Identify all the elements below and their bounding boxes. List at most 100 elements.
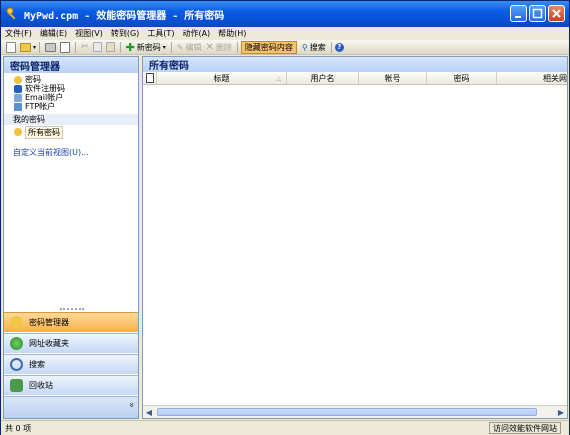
- recycle-icon: [10, 379, 23, 392]
- sort-arrow-icon: △: [276, 74, 281, 82]
- new-password-label: 新密码: [136, 42, 161, 52]
- title-bar[interactable]: MyPwd.cpm - 效能密码管理器 - 所有密码: [1, 1, 569, 27]
- close-button[interactable]: [548, 5, 565, 22]
- menu-tools[interactable]: 工具(T): [143, 28, 178, 39]
- maximize-icon: [532, 8, 543, 19]
- menu-help[interactable]: 帮助(H): [214, 28, 250, 39]
- column-title[interactable]: 标题 △: [157, 72, 287, 84]
- maximize-button[interactable]: [529, 5, 546, 22]
- search-icon: ⚲: [301, 42, 308, 52]
- dropdown-arrow-icon[interactable]: ▾: [33, 44, 36, 51]
- nav-footer: »: [4, 396, 138, 418]
- column-account[interactable]: 帐号: [359, 72, 427, 84]
- print-icon[interactable]: [45, 42, 57, 52]
- key-icon: [10, 316, 23, 329]
- column-label: 相关网: [543, 73, 567, 83]
- column-related-url[interactable]: 相关网: [497, 72, 567, 84]
- new-password-button[interactable]: ✚ 新密码 ▾: [124, 41, 168, 54]
- scroll-left-icon[interactable]: ◀: [143, 406, 155, 418]
- scroll-right-icon[interactable]: ▶: [555, 406, 567, 418]
- dropdown-arrow-icon[interactable]: ▾: [163, 44, 166, 51]
- column-label: 帐号: [384, 73, 401, 83]
- column-label: 标题: [213, 73, 230, 83]
- sidebar-item-ftp[interactable]: FTP帐户: [4, 102, 138, 111]
- key-app-icon: [6, 7, 16, 20]
- copy-icon[interactable]: [92, 42, 102, 52]
- key-icon: [14, 128, 22, 136]
- key-icon: [14, 75, 22, 84]
- paste-icon[interactable]: [105, 42, 115, 52]
- nav-recycle-bin[interactable]: 回收站: [4, 375, 138, 395]
- column-icon[interactable]: [143, 72, 157, 84]
- sidebar-item-label: FTP帐户: [25, 102, 56, 111]
- nav-label: 网址收藏夹: [29, 339, 69, 348]
- menu-edit[interactable]: 编辑(E): [36, 28, 71, 39]
- search-label: 搜索: [309, 42, 326, 52]
- app-window: MyPwd.cpm - 效能密码管理器 - 所有密码 文件(F) 编辑(E) 视…: [0, 0, 570, 435]
- column-label: 密码: [453, 73, 470, 83]
- toolbar-separator: [39, 41, 41, 53]
- nav-password-manager[interactable]: 密码管理器: [4, 312, 138, 332]
- main-header: 所有密码: [143, 57, 567, 72]
- cut-icon[interactable]: ✂: [81, 42, 89, 52]
- plus-icon: ✚: [125, 40, 135, 54]
- toolbar-separator: [330, 41, 332, 53]
- delete-label: 删除: [215, 42, 232, 52]
- sidebar-header: 密码管理器: [4, 57, 138, 73]
- my-passwords-section: 我的密码: [4, 114, 138, 125]
- nav-label: 回收站: [29, 381, 53, 390]
- toolbar-separator: [119, 41, 121, 53]
- minimize-icon: [515, 16, 521, 18]
- menu-bar: 文件(F) 编辑(E) 视图(V) 转到(G) 工具(T) 动作(A) 帮助(H…: [1, 27, 569, 40]
- column-label: 用户名: [310, 73, 335, 83]
- nav-search[interactable]: 搜索: [4, 354, 138, 374]
- open-folder-icon[interactable]: [20, 42, 31, 52]
- menu-view[interactable]: 视图(V): [71, 28, 107, 39]
- nav-label: 搜索: [29, 360, 45, 369]
- edit-button[interactable]: ✎ 编辑: [175, 42, 204, 53]
- hide-content-label: 隐藏密码内容: [244, 42, 293, 52]
- toolbar-separator: [75, 41, 77, 53]
- chevron-down-icon[interactable]: »: [126, 402, 136, 408]
- menu-goto[interactable]: 转到(G): [107, 28, 143, 39]
- minimize-button[interactable]: [510, 5, 527, 22]
- nav-label: 密码管理器: [29, 318, 69, 327]
- search-icon: [10, 358, 23, 371]
- pencil-icon: ✎: [176, 42, 184, 52]
- status-bar: 共 0 项 访问效能软件网站: [1, 420, 569, 435]
- help-icon[interactable]: ?: [334, 42, 344, 52]
- registration-icon: [14, 84, 22, 93]
- customize-view-link[interactable]: 自定义当前视图(U)...: [4, 147, 138, 158]
- document-icon: [145, 73, 154, 83]
- sidebar: 密码管理器 密码 软件注册码 Email帐户 FTP帐户 我的密码 所有密码 自…: [3, 56, 139, 419]
- window-controls: [510, 5, 565, 22]
- scrollbar-thumb[interactable]: [157, 408, 537, 416]
- search-button[interactable]: ⚲ 搜索: [300, 42, 328, 53]
- hide-content-button[interactable]: 隐藏密码内容: [240, 40, 297, 54]
- visit-website-link[interactable]: 访问效能软件网站: [489, 422, 561, 434]
- menu-file[interactable]: 文件(F): [1, 28, 36, 39]
- sidebar-item-label: 所有密码: [25, 125, 63, 139]
- globe-icon: [10, 337, 23, 350]
- new-document-icon[interactable]: [6, 41, 16, 53]
- window-title: MyPwd.cpm - 效能密码管理器 - 所有密码: [24, 10, 225, 22]
- edit-label: 编辑: [185, 42, 202, 52]
- menu-actions[interactable]: 动作(A): [178, 28, 214, 39]
- toolbar-separator: [236, 41, 238, 53]
- item-count: 共 0 项: [5, 423, 32, 433]
- delete-button[interactable]: ✕ 删除: [204, 42, 234, 53]
- toolbar-separator: [170, 41, 172, 53]
- nav-favorites[interactable]: 网址收藏夹: [4, 333, 138, 353]
- column-username[interactable]: 用户名: [287, 72, 359, 84]
- horizontal-scrollbar[interactable]: ◀ ▶: [143, 405, 567, 418]
- print-preview-icon[interactable]: [60, 41, 71, 53]
- column-header-row: 标题 △ 用户名 帐号 密码 相关网: [143, 72, 567, 85]
- main-panel: 所有密码 标题 △ 用户名 帐号 密码 相关网 ◀ ▶: [142, 56, 568, 419]
- email-icon: [14, 93, 22, 102]
- ftp-icon: [14, 102, 22, 111]
- delete-x-icon: ✕: [205, 41, 214, 53]
- close-icon: [552, 9, 561, 18]
- column-password[interactable]: 密码: [427, 72, 497, 84]
- sidebar-item-all-passwords[interactable]: 所有密码: [4, 125, 138, 139]
- toolbar: ▾ ✂ ✚ 新密码 ▾ ✎ 编辑 ✕ 删除 隐藏密码内容 ⚲ 搜索 ?: [1, 40, 569, 55]
